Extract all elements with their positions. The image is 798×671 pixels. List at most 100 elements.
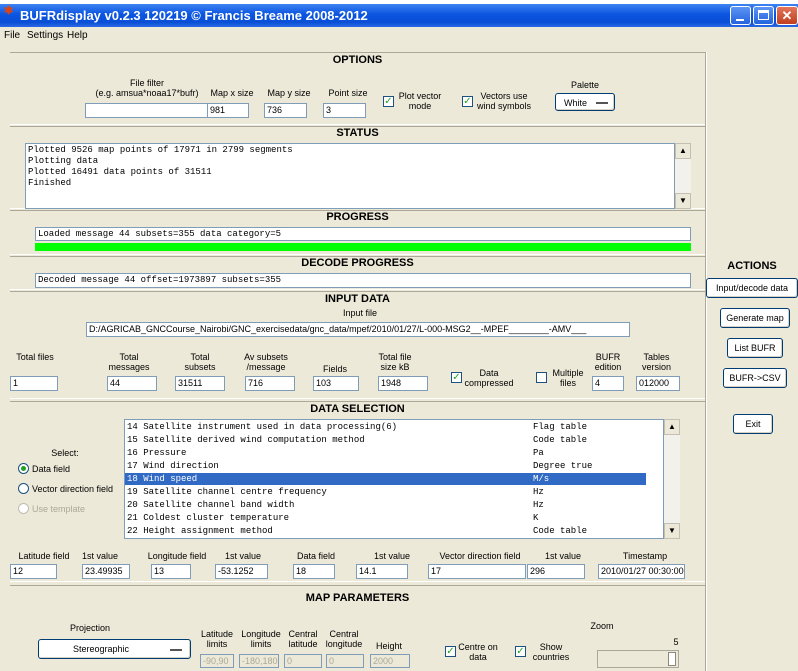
list-item[interactable]: 16 Pressure Pa [125,447,646,459]
status-title: STATUS [336,127,379,139]
close-icon: ✕ [781,8,793,23]
total-messages-field[interactable]: 44 [107,376,157,391]
minimize-button[interactable] [730,6,751,25]
field-list[interactable]: 14 Satellite instrument used in data pro… [124,419,664,539]
list-item[interactable]: 19 Satellite channel centre frequency Hz [125,486,646,498]
total-size-field[interactable]: 1948 [378,376,428,391]
menu-help[interactable]: Help [67,30,88,41]
select-label: Select: [51,448,79,458]
list-item-name: 18 Wind speed [127,474,198,484]
lat-field-input[interactable]: 12 [10,564,57,579]
lon-field-label: Longitude field [147,551,207,561]
dropdown-indicator-icon [170,649,182,651]
scroll-up-icon[interactable]: ▲ [664,419,680,435]
timestamp-input[interactable]: 2010/01/27 00:30:00 [598,564,685,579]
input-decode-button[interactable]: Input/decode data [706,278,798,298]
actions-panel [706,52,798,671]
scroll-up-icon[interactable]: ▲ [675,143,691,159]
map-x-input[interactable]: 981 [207,103,249,118]
vector-first-label: 1st value [544,551,582,561]
data-selection-panel: DATA SELECTION Select: Data field Vector… [10,401,705,582]
palette-dropdown[interactable]: White [555,93,615,111]
list-item[interactable]: 21 Coldest cluster temperature K [125,512,646,524]
list-item-name: 19 Satellite channel centre frequency [127,487,327,497]
file-filter-label-text: File filter [129,78,164,88]
list-item-name: 21 Coldest cluster temperature [127,513,290,523]
list-item[interactable]: 22 Height assignment method Code table [125,525,646,537]
map-y-label: Map y size [267,88,311,98]
list-item[interactable]: 18 Wind speed M/s [125,473,646,485]
status-log[interactable]: Plotted 9526 map points of 17971 in 2799… [25,143,675,209]
bufr-edition-field[interactable]: 4 [592,376,624,391]
fields-field[interactable]: 103 [313,376,359,391]
total-subsets-field[interactable]: 31511 [175,376,225,391]
exit-button[interactable]: Exit [733,414,773,434]
multiple-files-checkbox[interactable]: ✓ [536,372,547,383]
central-lat-input[interactable]: 0 [284,654,322,668]
vectors-wind-checkbox[interactable]: ✓ [462,96,473,107]
zoom-slider-thumb[interactable] [668,652,676,666]
window-title: BUFRdisplay v0.2.3 120219 © Francis Brea… [20,8,368,23]
map-y-input[interactable]: 736 [264,103,307,118]
total-subsets-label: Total subsets [184,352,216,372]
point-size-label: Point size [328,88,368,98]
projection-dropdown[interactable]: Stereographic [38,639,191,659]
menu-settings[interactable]: Settings [27,30,63,41]
fields-label: Fields [322,364,347,374]
generate-map-button[interactable]: Generate map [720,308,790,328]
point-size-input[interactable]: 3 [323,103,366,118]
plot-vector-checkbox[interactable]: ✓ [383,96,394,107]
zoom-slider[interactable] [597,650,679,668]
lat-limits-input[interactable]: -90,90 [200,654,234,668]
status-scrollbar[interactable]: ▲ ▼ [675,143,691,209]
central-lon-input[interactable]: 0 [326,654,364,668]
lon-field-input[interactable]: 13 [151,564,191,579]
lat-first-input[interactable]: 23.49935 [82,564,130,579]
list-item-unit: Hz [533,487,544,497]
map-parameters-title: MAP PARAMETERS [305,592,410,604]
list-item-name: 17 Wind direction [127,461,219,471]
scroll-down-icon[interactable]: ▼ [675,193,691,209]
plot-vector-label: Plot vector mode [398,91,442,111]
height-input[interactable]: 2000 [370,654,410,668]
show-countries-label: Show countries [532,642,570,662]
list-item[interactable]: 17 Wind direction Degree true [125,460,646,472]
list-item[interactable]: 20 Satellite channel band width Hz [125,499,646,511]
radio-vector-field[interactable] [18,483,29,494]
field-list-scrollbar[interactable]: ▲ ▼ [664,419,680,539]
zoom-value: 5 [673,637,679,647]
scroll-down-icon[interactable]: ▼ [664,523,680,539]
data-selection-title: DATA SELECTION [310,403,405,415]
maximize-button[interactable] [753,6,774,25]
vector-field-input[interactable]: 17 [428,564,526,579]
bufr-csv-button[interactable]: BUFR->CSV [723,368,787,388]
input-file-field[interactable]: D:/AGRICAB_GNCCourse_Nairobi/GNC_exercis… [86,322,630,337]
data-compressed-label: Data compressed [464,368,514,388]
show-countries-checkbox[interactable]: ✓ [515,646,526,657]
file-filter-hint: (e.g. amsua*noaa17*bufr) [95,88,199,98]
list-bufr-button[interactable]: List BUFR [727,338,783,358]
menu-file[interactable]: File [4,30,20,41]
list-item-unit: Code table [533,435,588,445]
close-button[interactable]: ✕ [776,6,798,25]
av-subsets-field[interactable]: 716 [245,376,295,391]
central-lon-label: Central longitude [325,629,363,649]
data-first-input[interactable]: 14.1 [356,564,408,579]
actions-title: ACTIONS [727,260,777,272]
file-filter-input[interactable] [85,103,209,118]
total-files-field[interactable]: 1 [10,376,58,391]
list-item[interactable]: 15 Satellite derived wind computation me… [125,434,646,446]
centre-on-data-checkbox[interactable]: ✓ [445,646,456,657]
lon-first-input[interactable]: -53.1252 [215,564,268,579]
radio-data-field[interactable] [18,463,29,474]
multiple-files-label: Multiple files [552,368,584,388]
dropdown-indicator-icon [596,102,608,104]
data-compressed-checkbox[interactable]: ✓ [451,372,462,383]
tables-version-label: Tables version [641,352,671,372]
data-field-input[interactable]: 18 [293,564,335,579]
lon-limits-input[interactable]: -180,180 [239,654,279,668]
zoom-label: Zoom [590,621,614,631]
vector-first-input[interactable]: 296 [527,564,585,579]
list-item[interactable]: 14 Satellite instrument used in data pro… [125,421,646,433]
tables-version-field[interactable]: 012000 [636,376,680,391]
